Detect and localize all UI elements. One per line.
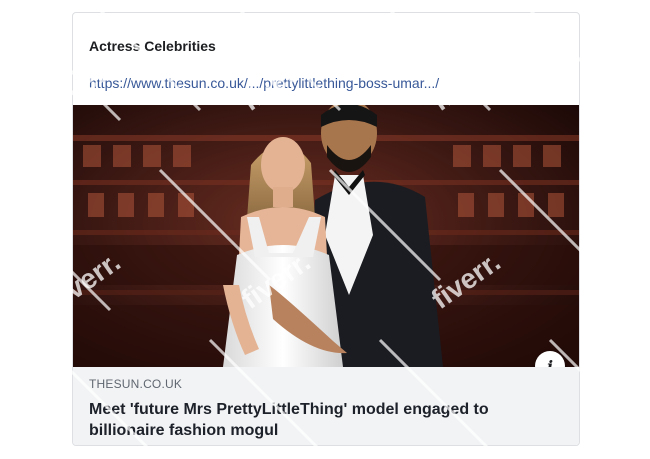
preview-domain: THESUN.CO.UK bbox=[89, 377, 183, 391]
link-post-card: Actress Celebrities https://www.thesun.c… bbox=[72, 12, 580, 446]
link-preview-footer[interactable]: THESUN.CO.UK Meet 'future Mrs PrettyLitt… bbox=[73, 367, 579, 445]
post-link[interactable]: https://www.thesun.co.uk/.../prettylittl… bbox=[89, 75, 559, 91]
link-preview-image[interactable] bbox=[73, 105, 580, 367]
preview-headline[interactable]: Meet 'future Mrs PrettyLittleThing' mode… bbox=[89, 399, 559, 441]
post-author-name[interactable]: Actress Celebrities bbox=[89, 38, 216, 54]
